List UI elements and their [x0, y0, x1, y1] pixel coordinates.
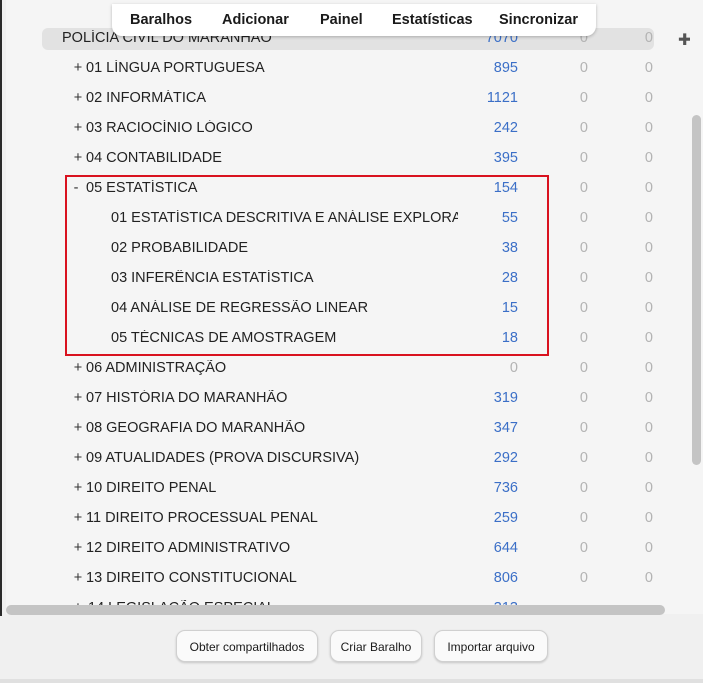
deck-due-count: 895: [493, 60, 518, 76]
deck-due-count: 259: [493, 510, 518, 526]
deck-row[interactable]: +09 ATUALIDADES (PROVA DISCURSIVA) 292 0 0: [6, 444, 696, 474]
deck-learn-count: 0: [644, 450, 653, 466]
deck-new-count: 0: [579, 420, 588, 436]
deck-row[interactable]: +02 INFORMÁTICA 1121 0 0: [6, 84, 696, 114]
expand-toggle[interactable]: +: [72, 60, 84, 76]
deck-name[interactable]: 09 ATUALIDADES (PROVA DISCURSIVA): [86, 450, 446, 466]
deck-due-count: 806: [493, 570, 518, 586]
deck-learn-count: 0: [644, 420, 653, 436]
window-bottom-edge: [0, 679, 703, 683]
deck-new-count: 0: [579, 510, 588, 526]
deck-learn-count: 0: [644, 330, 653, 346]
highlight-box: [65, 175, 549, 356]
deck-learn-count: 0: [644, 210, 653, 226]
window-left-edge: [0, 0, 2, 683]
deck-name[interactable]: 08 GEOGRAFIA DO MARANHÃO: [86, 420, 446, 436]
deck-due-count: 1121: [486, 90, 518, 106]
deck-new-count: 0: [579, 270, 588, 286]
expand-toggle[interactable]: +: [72, 390, 84, 406]
deck-learn-count: 0: [644, 270, 653, 286]
deck-row[interactable]: +11 DIREITO PROCESSUAL PENAL 259 0 0: [6, 504, 696, 534]
deck-name[interactable]: 01 LÍNGUA PORTUGUESA: [86, 60, 446, 76]
deck-new-count: 0: [579, 360, 588, 376]
deck-learn-count: 0: [644, 480, 653, 496]
deck-name[interactable]: 04 CONTABILIDADE: [86, 150, 446, 166]
deck-learn-count: 0: [644, 360, 653, 376]
deck-new-count: 0: [579, 480, 588, 496]
deck-row[interactable]: +08 GEOGRAFIA DO MARANHÃO 347 0 0: [6, 414, 696, 444]
expand-toggle[interactable]: +: [72, 420, 84, 436]
deck-learn-count: 0: [644, 300, 653, 316]
tab-stats[interactable]: Estatísticas: [392, 12, 473, 28]
deck-learn-count: 0: [644, 60, 653, 76]
tab-decks[interactable]: Baralhos: [130, 12, 192, 28]
tab-browse[interactable]: Painel: [320, 12, 363, 28]
deck-new-count: 0: [579, 240, 588, 256]
tab-add[interactable]: Adicionar: [222, 12, 289, 28]
deck-new-count: 0: [579, 450, 588, 466]
expand-toggle[interactable]: +: [72, 360, 84, 376]
deck-name[interactable]: 07 HISTÓRIA DO MARANHÃO: [86, 390, 446, 406]
deck-due-count: 736: [493, 480, 518, 496]
deck-name[interactable]: 11 DIREITO PROCESSUAL PENAL: [86, 510, 446, 526]
deck-due-count: 395: [493, 150, 518, 166]
deck-new-count: 0: [579, 300, 588, 316]
deck-learn-count: 0: [644, 180, 653, 196]
deck-new-count: 0: [579, 180, 588, 196]
expand-toggle[interactable]: +: [72, 480, 84, 496]
deck-due-count: 0: [509, 360, 518, 376]
vertical-scrollbar-thumb[interactable]: [692, 115, 701, 465]
deck-new-count: 0: [579, 540, 588, 556]
expand-toggle[interactable]: +: [72, 540, 84, 556]
deck-learn-count: 0: [644, 240, 653, 256]
deck-new-count: 0: [579, 210, 588, 226]
deck-learn-count: 0: [644, 150, 653, 166]
deck-new-count: 0: [579, 330, 588, 346]
deck-due-count: 292: [493, 450, 518, 466]
deck-learn-count: 0: [644, 390, 653, 406]
deck-learn-count: 0: [644, 30, 653, 46]
deck-learn-count: 0: [644, 570, 653, 586]
horizontal-scrollbar-thumb[interactable]: [6, 605, 665, 615]
deck-new-count: 0: [579, 60, 588, 76]
deck-due-count: 644: [493, 540, 518, 556]
deck-row[interactable]: +12 DIREITO ADMINISTRATIVO 644 0 0: [6, 534, 696, 564]
deck-new-count: 0: [579, 390, 588, 406]
tab-sync[interactable]: Sincronizar: [499, 12, 578, 28]
deck-row[interactable]: +07 HISTÓRIA DO MARANHÃO 319 0 0: [6, 384, 696, 414]
deck-due-count: 242: [493, 120, 518, 136]
deck-row[interactable]: +10 DIREITO PENAL 736 0 0: [6, 474, 696, 504]
deck-name[interactable]: 10 DIREITO PENAL: [86, 480, 446, 496]
expand-toggle[interactable]: +: [72, 510, 84, 526]
deck-name[interactable]: 06 ADMINISTRAÇÃO: [86, 360, 446, 376]
deck-learn-count: 0: [644, 120, 653, 136]
create-deck-button[interactable]: Criar Baralho: [330, 630, 422, 662]
top-toolbar: Baralhos Adicionar Painel Estatísticas S…: [112, 4, 596, 36]
deck-row[interactable]: +03 RACIOCÍNIO LÓGICO 242 0 0: [6, 114, 696, 144]
deck-name[interactable]: 03 RACIOCÍNIO LÓGICO: [86, 120, 446, 136]
deck-row[interactable]: +13 DIREITO CONSTITUCIONAL 806 0 0: [6, 564, 696, 594]
expand-toggle[interactable]: +: [72, 90, 84, 106]
expand-toggle[interactable]: +: [72, 120, 84, 136]
expand-toggle[interactable]: +: [72, 150, 84, 166]
deck-learn-count: 0: [644, 540, 653, 556]
deck-name[interactable]: 13 DIREITO CONSTITUCIONAL: [86, 570, 446, 586]
deck-new-count: 0: [579, 90, 588, 106]
deck-name[interactable]: 02 INFORMÁTICA: [86, 90, 446, 106]
deck-new-count: 0: [579, 120, 588, 136]
deck-due-count: 347: [493, 420, 518, 436]
get-shared-button[interactable]: Obter compartilhados: [176, 630, 318, 662]
deck-row[interactable]: +04 CONTABILIDADE 395 0 0: [6, 144, 696, 174]
deck-name[interactable]: 12 DIREITO ADMINISTRATIVO: [86, 540, 446, 556]
import-file-button[interactable]: Importar arquivo: [434, 630, 548, 662]
deck-row[interactable]: +06 ADMINISTRAÇÃO 0 0 0: [6, 354, 696, 384]
deck-new-count: 0: [579, 570, 588, 586]
deck-learn-count: 0: [644, 510, 653, 526]
expand-toggle[interactable]: +: [72, 450, 84, 466]
deck-due-count: 319: [493, 390, 518, 406]
deck-new-count: 0: [579, 150, 588, 166]
expand-toggle[interactable]: +: [72, 570, 84, 586]
deck-learn-count: 0: [644, 90, 653, 106]
deck-row[interactable]: +01 LÍNGUA PORTUGUESA 895 0 0: [6, 54, 696, 84]
